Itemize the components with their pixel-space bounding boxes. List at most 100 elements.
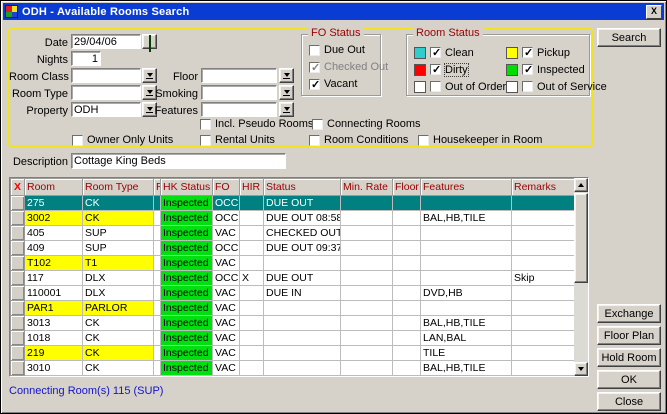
checkbox-due-out[interactable]: Due Out bbox=[309, 44, 365, 56]
table-row[interactable]: 409 SUP Inspected OCC DUE OUT 09:37 bbox=[11, 241, 575, 256]
exchange-button[interactable]: Exchange bbox=[597, 304, 661, 323]
row-selector-cell[interactable] bbox=[11, 346, 25, 361]
cell-remarks bbox=[512, 316, 575, 331]
cell-hir bbox=[240, 331, 264, 346]
room-class-input[interactable] bbox=[71, 68, 141, 83]
cell-hk-status: Inspected bbox=[161, 346, 213, 361]
description-input[interactable] bbox=[71, 153, 286, 169]
table-row[interactable]: 275 CK Inspected OCC DUE OUT bbox=[11, 196, 575, 211]
cell-fo: OCC bbox=[213, 271, 240, 286]
vertical-scrollbar[interactable] bbox=[574, 178, 588, 376]
smoking-dropdown-button[interactable] bbox=[279, 85, 294, 100]
row-selector-cell[interactable] bbox=[11, 331, 25, 346]
row-selector-cell[interactable] bbox=[11, 196, 25, 211]
grid-header: X Room Room Type R HK Status FO HIR Stat… bbox=[11, 179, 575, 196]
window-close-button[interactable]: X bbox=[646, 5, 662, 19]
table-row[interactable]: 110001 DLX Inspected VAC DUE IN DVD,HB bbox=[11, 286, 575, 301]
features-input[interactable] bbox=[201, 102, 277, 117]
room-type-input[interactable] bbox=[71, 85, 141, 100]
table-row[interactable]: 3010 CK Inspected VAC BAL,HB,TILE bbox=[11, 361, 575, 376]
titlebar[interactable]: ODH - Available Rooms Search X bbox=[3, 3, 664, 20]
date-input[interactable] bbox=[71, 34, 141, 49]
table-row[interactable]: PAR1 PARLOR Inspected VAC bbox=[11, 301, 575, 316]
column-header-room-type: Room Type bbox=[83, 179, 154, 196]
cell-fo: VAC bbox=[213, 361, 240, 376]
features-label: Features bbox=[151, 105, 198, 117]
table-row[interactable]: 117 DLX Inspected OCC X DUE OUT Skip bbox=[11, 271, 575, 286]
date-label: Date bbox=[9, 37, 68, 49]
scrollbar-thumb[interactable] bbox=[574, 193, 588, 283]
features-dropdown-button[interactable] bbox=[279, 102, 294, 117]
checkbox-housekeeper-in-room[interactable]: Housekeeper in Room bbox=[418, 134, 542, 146]
table-row[interactable]: 3002 CK Inspected OCC DUE OUT 08:58 BAL,… bbox=[11, 211, 575, 226]
cell-fo: VAC bbox=[213, 331, 240, 346]
cell-features bbox=[421, 241, 512, 256]
checkbox-clean[interactable]: Clean bbox=[414, 44, 506, 61]
column-header-x: X bbox=[11, 179, 25, 196]
row-selector-cell[interactable] bbox=[11, 301, 25, 316]
checkbox-incl-pseudo-rooms[interactable]: Incl. Pseudo Rooms bbox=[200, 118, 313, 130]
row-selector-cell[interactable] bbox=[11, 226, 25, 241]
table-row[interactable]: T102 T1 Inspected VAC bbox=[11, 256, 575, 271]
checkbox-room-conditions[interactable]: Room Conditions bbox=[309, 134, 408, 146]
hold-room-button[interactable]: Hold Room bbox=[597, 348, 661, 367]
row-selector-cell[interactable] bbox=[11, 316, 25, 331]
checkbox-rental-units[interactable]: Rental Units bbox=[200, 134, 275, 146]
cell-hir: X bbox=[240, 271, 264, 286]
smoking-input[interactable] bbox=[201, 85, 277, 100]
out-of-order-color-swatch bbox=[414, 81, 426, 93]
table-row[interactable]: 1018 CK Inspected VAC LAN,BAL bbox=[11, 331, 575, 346]
checkbox-icon bbox=[430, 47, 441, 58]
column-header-fo: FO bbox=[213, 179, 240, 196]
checkbox-checked-out[interactable]: Checked Out bbox=[309, 61, 388, 73]
cell-hk-status: Inspected bbox=[161, 286, 213, 301]
checkbox-icon bbox=[522, 81, 533, 92]
table-row[interactable]: 405 SUP Inspected VAC CHECKED OUT bbox=[11, 226, 575, 241]
table-row[interactable]: 219 CK Inspected VAC TILE bbox=[11, 346, 575, 361]
calendar-button[interactable] bbox=[142, 34, 157, 49]
cell-hk-status: Inspected bbox=[161, 226, 213, 241]
cell-r bbox=[154, 316, 161, 331]
cell-features: BAL,HB,TILE bbox=[421, 316, 512, 331]
checkbox-connecting-rooms[interactable]: Connecting Rooms bbox=[312, 118, 421, 130]
property-input[interactable] bbox=[71, 102, 141, 117]
checkbox-owner-only-units[interactable]: Owner Only Units bbox=[72, 134, 173, 146]
column-header-remarks: Remarks bbox=[512, 179, 575, 196]
row-selector-cell[interactable] bbox=[11, 286, 25, 301]
cell-features: DVD,HB bbox=[421, 286, 512, 301]
checkbox-dirty[interactable]: Dirty bbox=[414, 61, 506, 78]
row-selector-cell[interactable] bbox=[11, 241, 25, 256]
ok-button[interactable]: OK bbox=[597, 370, 661, 389]
row-selector-cell[interactable] bbox=[11, 271, 25, 286]
cell-room: 3013 bbox=[25, 316, 83, 331]
floor-plan-button[interactable]: Floor Plan bbox=[597, 326, 661, 345]
row-selector-cell[interactable] bbox=[11, 211, 25, 226]
cell-hir bbox=[240, 301, 264, 316]
close-button[interactable]: Close bbox=[597, 392, 661, 411]
table-row[interactable]: 3013 CK Inspected VAC BAL,HB,TILE bbox=[11, 316, 575, 331]
checkbox-out-of-service[interactable]: Out of Service bbox=[506, 78, 607, 95]
checkbox-vacant[interactable]: Vacant bbox=[309, 78, 357, 90]
cell-remarks bbox=[512, 241, 575, 256]
cell-floor bbox=[393, 241, 421, 256]
cell-r bbox=[154, 286, 161, 301]
checkbox-pickup[interactable]: Pickup bbox=[506, 44, 607, 61]
scroll-up-button[interactable] bbox=[574, 178, 588, 192]
cell-hk-status: Inspected bbox=[161, 316, 213, 331]
search-button[interactable]: Search bbox=[597, 28, 661, 47]
floor-dropdown-button[interactable] bbox=[279, 68, 294, 83]
cell-floor bbox=[393, 271, 421, 286]
cell-floor bbox=[393, 211, 421, 226]
checkbox-inspected[interactable]: Inspected bbox=[506, 61, 607, 78]
nights-input[interactable] bbox=[71, 51, 101, 66]
floor-input[interactable] bbox=[201, 68, 277, 83]
scroll-down-button[interactable] bbox=[574, 362, 588, 376]
cell-remarks bbox=[512, 301, 575, 316]
cell-r bbox=[154, 196, 161, 211]
checkbox-icon bbox=[522, 64, 533, 75]
cell-r bbox=[154, 301, 161, 316]
row-selector-cell[interactable] bbox=[11, 361, 25, 376]
row-selector-cell[interactable] bbox=[11, 256, 25, 271]
checkbox-out-of-order[interactable]: Out of Order bbox=[414, 78, 506, 95]
cell-room: 117 bbox=[25, 271, 83, 286]
